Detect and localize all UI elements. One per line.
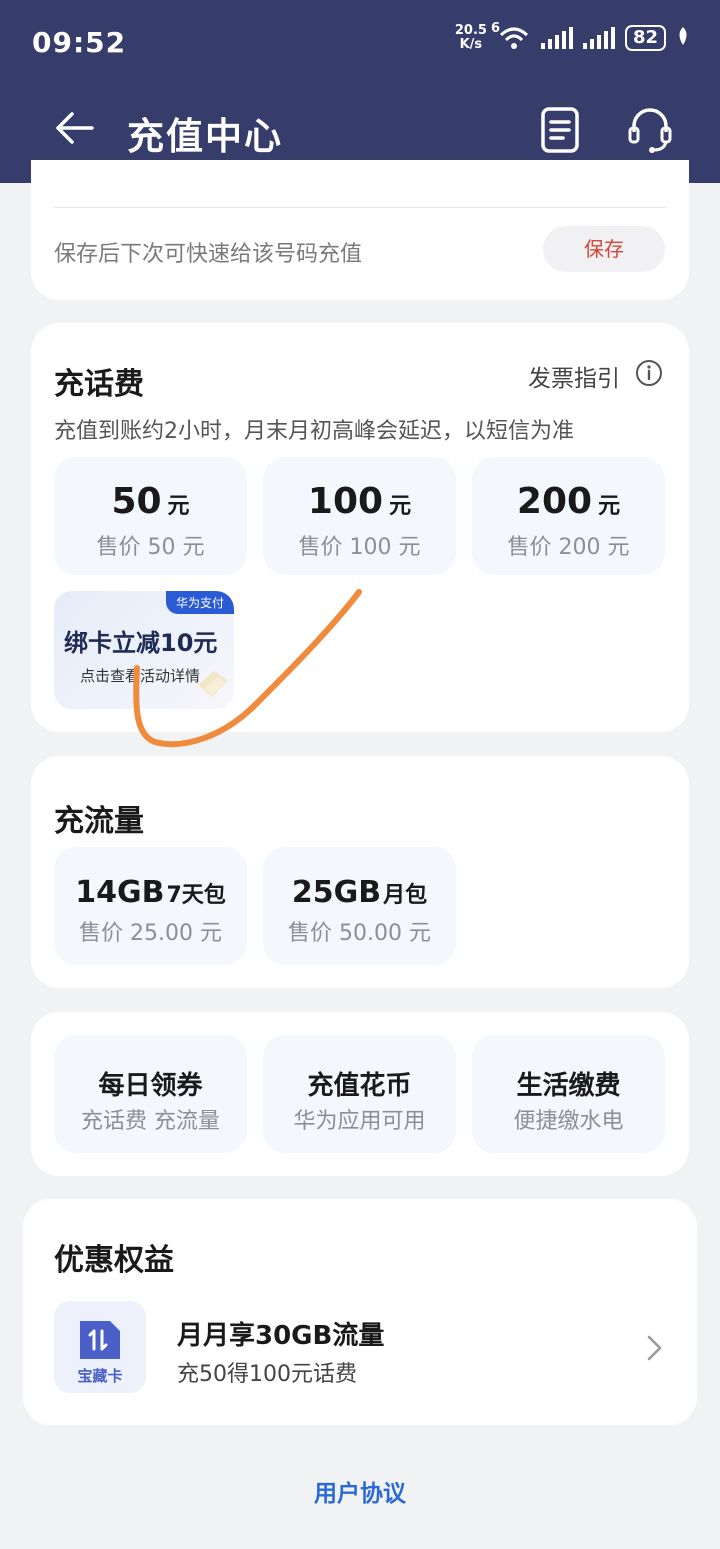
service-subtitle: 充话费 充流量 xyxy=(81,1109,220,1134)
services-card: 每日领券 充话费 充流量 充值花币 华为应用可用 生活缴费 便捷缴水电 xyxy=(31,1012,689,1176)
save-number-card: 保存后下次可快速给该号码充值 保存 xyxy=(31,160,689,300)
recharge-price: 售价 200 元 xyxy=(507,535,630,560)
back-arrow-icon[interactable] xyxy=(52,104,100,152)
recharge-option-100[interactable]: 100 元 售价 100 元 xyxy=(263,457,456,575)
data-option-25gb[interactable]: 25GB月包 售价 50.00 元 xyxy=(263,847,456,965)
data-size-value: 14GB xyxy=(75,875,165,910)
service-subtitle: 华为应用可用 xyxy=(293,1109,426,1134)
data-recharge-card: 充流量 14GB7天包 售价 25.00 元 25GB月包 售价 50.00 元 xyxy=(31,756,689,988)
data-period: 月包 xyxy=(383,883,428,908)
user-agreement-link[interactable]: 用户协议 xyxy=(0,1474,720,1508)
benefit-subtitle: 充50得100元话费 xyxy=(177,1362,357,1387)
service-utility-bills[interactable]: 生活缴费 便捷缴水电 xyxy=(472,1035,665,1153)
data-price: 售价 25.00 元 xyxy=(79,921,222,946)
data-size: 14GB7天包 xyxy=(54,875,247,910)
info-icon[interactable] xyxy=(635,359,663,387)
promo-title: 绑卡立减10元 xyxy=(64,629,218,657)
amount-value: 200 xyxy=(516,481,593,522)
page-title: 充值中心 xyxy=(127,115,283,158)
service-title: 充值花币 xyxy=(307,1071,412,1101)
data-option-14gb[interactable]: 14GB7天包 售价 25.00 元 xyxy=(54,847,247,965)
amount-unit: 元 xyxy=(167,494,190,519)
network-speed-value: 20.5 xyxy=(454,23,487,38)
customer-service-icon[interactable] xyxy=(626,104,674,154)
service-huawei-coins[interactable]: 充值花币 华为应用可用 xyxy=(263,1035,456,1153)
battery-icon: 82 xyxy=(624,25,666,51)
recharge-price: 售价 100 元 xyxy=(298,535,421,560)
section-title-phone: 充话费 xyxy=(54,367,144,402)
data-period: 7天包 xyxy=(166,883,226,908)
data-size: 25GB月包 xyxy=(263,875,456,910)
invoice-guide-link[interactable]: 发票指引 xyxy=(528,359,620,393)
recharge-amount: 200 元 xyxy=(472,481,665,522)
treasure-card-icon: 宝藏卡 xyxy=(54,1301,146,1393)
recharge-price: 售价 50 元 xyxy=(96,535,205,560)
recharge-option-200[interactable]: 200 元 售价 200 元 xyxy=(472,457,665,575)
network-speed-unit: K/s xyxy=(459,37,483,52)
amount-value: 100 xyxy=(307,481,384,522)
wifi-icon: 6 xyxy=(491,21,531,51)
promo-badge: 华为支付 xyxy=(165,591,234,614)
leaf-icon xyxy=(676,26,690,50)
data-price: 售价 50.00 元 xyxy=(288,921,431,946)
data-size-value: 25GB xyxy=(291,875,382,910)
recharge-note: 充值到账约2小时，月末月初高峰会延迟，以短信为准 xyxy=(54,419,574,444)
card-illustration-icon xyxy=(194,667,232,701)
app-header: 09:52 20.5 K/s 6 82 充值中心 xyxy=(0,0,720,183)
document-icon[interactable] xyxy=(539,106,581,154)
wifi-generation: 6 xyxy=(490,21,500,36)
divider xyxy=(54,207,666,208)
signal-icon-2 xyxy=(582,27,615,49)
service-daily-coupon[interactable]: 每日领券 充话费 充流量 xyxy=(54,1035,247,1153)
save-button[interactable]: 保存 xyxy=(543,226,665,272)
benefit-title: 月月享30GB流量 xyxy=(177,1321,385,1351)
section-title-data: 充流量 xyxy=(54,804,144,839)
status-icons: 20.5 K/s 6 82 xyxy=(455,21,690,52)
network-speed: 20.5 K/s xyxy=(455,24,487,52)
signal-icon-1 xyxy=(540,27,573,49)
recharge-amount: 100 元 xyxy=(263,481,456,522)
chevron-right-icon xyxy=(643,1333,665,1363)
section-title-benefits: 优惠权益 xyxy=(54,1243,174,1278)
service-title: 生活缴费 xyxy=(516,1071,621,1101)
save-hint-text: 保存后下次可快速给该号码充值 xyxy=(54,242,363,267)
amount-unit: 元 xyxy=(389,494,412,519)
status-time: 09:52 xyxy=(32,26,127,59)
amount-value: 50 xyxy=(111,481,162,522)
benefits-card: 优惠权益 宝藏卡 月月享30GB流量 充50得100元话费 xyxy=(23,1199,697,1425)
bind-card-promo-banner[interactable]: 华为支付 绑卡立减10元 点击查看活动详情 xyxy=(54,591,234,709)
recharge-amount: 50 元 xyxy=(54,481,247,522)
phone-recharge-card: 充话费 发票指引 充值到账约2小时，月末月初高峰会延迟，以短信为准 50 元 售价… xyxy=(31,323,689,732)
recharge-option-50[interactable]: 50 元 售价 50 元 xyxy=(54,457,247,575)
service-subtitle: 便捷缴水电 xyxy=(513,1109,624,1134)
service-title: 每日领券 xyxy=(98,1071,203,1101)
amount-unit: 元 xyxy=(598,494,621,519)
benefit-icon-label: 宝藏卡 xyxy=(77,1367,123,1385)
promo-subtitle: 点击查看活动详情 xyxy=(80,667,201,685)
